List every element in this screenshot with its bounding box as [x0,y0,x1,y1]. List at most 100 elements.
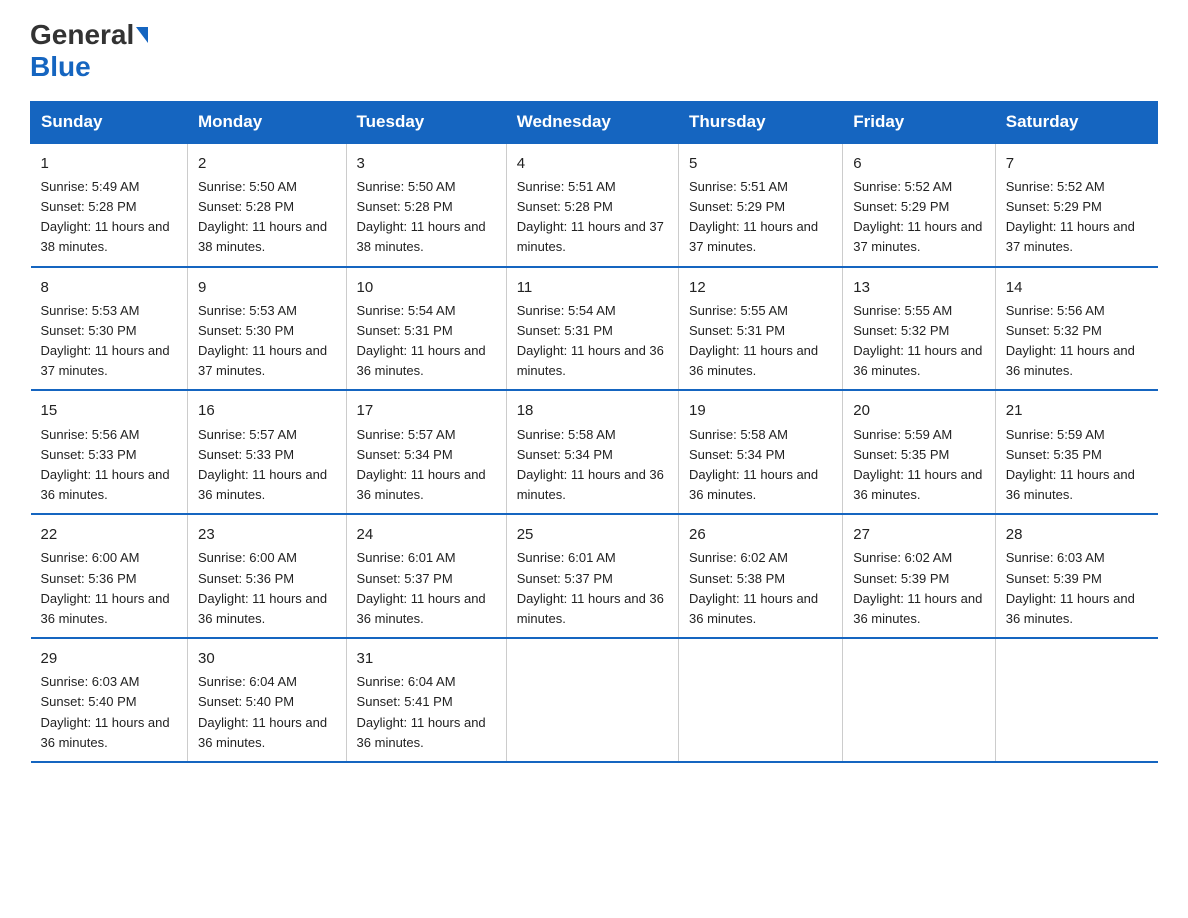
calendar-week-2: 8 Sunrise: 5:53 AMSunset: 5:30 PMDayligh… [31,267,1158,391]
day-number: 18 [517,399,668,422]
day-number: 27 [853,523,985,546]
calendar-day: 17 Sunrise: 5:57 AMSunset: 5:34 PMDaylig… [346,390,506,514]
calendar-day: 13 Sunrise: 5:55 AMSunset: 5:32 PMDaylig… [843,267,996,391]
day-number: 15 [41,399,177,422]
header-saturday: Saturday [995,101,1157,143]
day-info: Sunrise: 5:57 AMSunset: 5:34 PMDaylight:… [357,425,496,506]
day-number: 11 [517,276,668,299]
calendar-day: 19 Sunrise: 5:58 AMSunset: 5:34 PMDaylig… [679,390,843,514]
day-number: 26 [689,523,832,546]
calendar-day: 8 Sunrise: 5:53 AMSunset: 5:30 PMDayligh… [31,267,188,391]
calendar-week-4: 22 Sunrise: 6:00 AMSunset: 5:36 PMDaylig… [31,514,1158,638]
day-number: 31 [357,647,496,670]
calendar-day: 18 Sunrise: 5:58 AMSunset: 5:34 PMDaylig… [506,390,678,514]
calendar-day: 4 Sunrise: 5:51 AMSunset: 5:28 PMDayligh… [506,143,678,267]
calendar-day: 1 Sunrise: 5:49 AMSunset: 5:28 PMDayligh… [31,143,188,267]
day-number: 10 [357,276,496,299]
header-sunday: Sunday [31,101,188,143]
header-thursday: Thursday [679,101,843,143]
day-info: Sunrise: 5:59 AMSunset: 5:35 PMDaylight:… [853,425,985,506]
calendar-day: 16 Sunrise: 5:57 AMSunset: 5:33 PMDaylig… [187,390,346,514]
day-number: 14 [1006,276,1148,299]
day-number: 7 [1006,152,1148,175]
day-info: Sunrise: 6:03 AMSunset: 5:39 PMDaylight:… [1006,548,1148,629]
calendar-day: 30 Sunrise: 6:04 AMSunset: 5:40 PMDaylig… [187,638,346,762]
day-number: 28 [1006,523,1148,546]
calendar-day: 10 Sunrise: 5:54 AMSunset: 5:31 PMDaylig… [346,267,506,391]
day-number: 25 [517,523,668,546]
day-info: Sunrise: 6:00 AMSunset: 5:36 PMDaylight:… [41,548,177,629]
calendar-day: 27 Sunrise: 6:02 AMSunset: 5:39 PMDaylig… [843,514,996,638]
day-info: Sunrise: 6:03 AMSunset: 5:40 PMDaylight:… [41,672,177,753]
day-info: Sunrise: 5:56 AMSunset: 5:33 PMDaylight:… [41,425,177,506]
day-number: 12 [689,276,832,299]
day-info: Sunrise: 6:02 AMSunset: 5:39 PMDaylight:… [853,548,985,629]
calendar-day: 26 Sunrise: 6:02 AMSunset: 5:38 PMDaylig… [679,514,843,638]
calendar-day: 29 Sunrise: 6:03 AMSunset: 5:40 PMDaylig… [31,638,188,762]
day-number: 30 [198,647,336,670]
day-info: Sunrise: 5:58 AMSunset: 5:34 PMDaylight:… [689,425,832,506]
day-number: 6 [853,152,985,175]
day-number: 3 [357,152,496,175]
day-info: Sunrise: 6:02 AMSunset: 5:38 PMDaylight:… [689,548,832,629]
day-number: 19 [689,399,832,422]
day-info: Sunrise: 5:51 AMSunset: 5:29 PMDaylight:… [689,177,832,258]
day-info: Sunrise: 5:50 AMSunset: 5:28 PMDaylight:… [198,177,336,258]
day-number: 1 [41,152,177,175]
day-info: Sunrise: 5:52 AMSunset: 5:29 PMDaylight:… [853,177,985,258]
day-info: Sunrise: 5:58 AMSunset: 5:34 PMDaylight:… [517,425,668,506]
calendar-week-3: 15 Sunrise: 5:56 AMSunset: 5:33 PMDaylig… [31,390,1158,514]
day-number: 16 [198,399,336,422]
calendar-day: 23 Sunrise: 6:00 AMSunset: 5:36 PMDaylig… [187,514,346,638]
page-header: General Blue [30,20,1158,83]
day-info: Sunrise: 5:55 AMSunset: 5:31 PMDaylight:… [689,301,832,382]
day-number: 29 [41,647,177,670]
day-info: Sunrise: 6:04 AMSunset: 5:40 PMDaylight:… [198,672,336,753]
day-info: Sunrise: 5:59 AMSunset: 5:35 PMDaylight:… [1006,425,1148,506]
header-monday: Monday [187,101,346,143]
day-info: Sunrise: 6:00 AMSunset: 5:36 PMDaylight:… [198,548,336,629]
calendar-header-row: SundayMondayTuesdayWednesdayThursdayFrid… [31,101,1158,143]
day-number: 23 [198,523,336,546]
logo-arrow-icon [136,27,148,43]
day-number: 22 [41,523,177,546]
calendar-day: 25 Sunrise: 6:01 AMSunset: 5:37 PMDaylig… [506,514,678,638]
day-number: 4 [517,152,668,175]
calendar-week-5: 29 Sunrise: 6:03 AMSunset: 5:40 PMDaylig… [31,638,1158,762]
calendar-day: 5 Sunrise: 5:51 AMSunset: 5:29 PMDayligh… [679,143,843,267]
header-wednesday: Wednesday [506,101,678,143]
calendar-day: 12 Sunrise: 5:55 AMSunset: 5:31 PMDaylig… [679,267,843,391]
day-number: 5 [689,152,832,175]
calendar-day: 24 Sunrise: 6:01 AMSunset: 5:37 PMDaylig… [346,514,506,638]
logo: General Blue [30,20,148,83]
calendar-day: 2 Sunrise: 5:50 AMSunset: 5:28 PMDayligh… [187,143,346,267]
day-info: Sunrise: 6:04 AMSunset: 5:41 PMDaylight:… [357,672,496,753]
calendar-day [506,638,678,762]
day-info: Sunrise: 5:49 AMSunset: 5:28 PMDaylight:… [41,177,177,258]
calendar-table: SundayMondayTuesdayWednesdayThursdayFrid… [30,101,1158,763]
header-friday: Friday [843,101,996,143]
calendar-day: 28 Sunrise: 6:03 AMSunset: 5:39 PMDaylig… [995,514,1157,638]
calendar-day: 31 Sunrise: 6:04 AMSunset: 5:41 PMDaylig… [346,638,506,762]
day-info: Sunrise: 5:56 AMSunset: 5:32 PMDaylight:… [1006,301,1148,382]
day-info: Sunrise: 5:53 AMSunset: 5:30 PMDaylight:… [41,301,177,382]
day-info: Sunrise: 5:51 AMSunset: 5:28 PMDaylight:… [517,177,668,258]
day-info: Sunrise: 5:54 AMSunset: 5:31 PMDaylight:… [517,301,668,382]
day-info: Sunrise: 5:54 AMSunset: 5:31 PMDaylight:… [357,301,496,382]
day-info: Sunrise: 5:53 AMSunset: 5:30 PMDaylight:… [198,301,336,382]
calendar-day: 11 Sunrise: 5:54 AMSunset: 5:31 PMDaylig… [506,267,678,391]
day-number: 17 [357,399,496,422]
day-number: 13 [853,276,985,299]
header-tuesday: Tuesday [346,101,506,143]
day-number: 2 [198,152,336,175]
calendar-day: 20 Sunrise: 5:59 AMSunset: 5:35 PMDaylig… [843,390,996,514]
logo-blue: Blue [30,51,91,83]
calendar-day: 22 Sunrise: 6:00 AMSunset: 5:36 PMDaylig… [31,514,188,638]
calendar-day [995,638,1157,762]
day-number: 21 [1006,399,1148,422]
logo-general: General [30,20,134,51]
calendar-day: 3 Sunrise: 5:50 AMSunset: 5:28 PMDayligh… [346,143,506,267]
day-info: Sunrise: 5:50 AMSunset: 5:28 PMDaylight:… [357,177,496,258]
calendar-day: 9 Sunrise: 5:53 AMSunset: 5:30 PMDayligh… [187,267,346,391]
calendar-day [679,638,843,762]
